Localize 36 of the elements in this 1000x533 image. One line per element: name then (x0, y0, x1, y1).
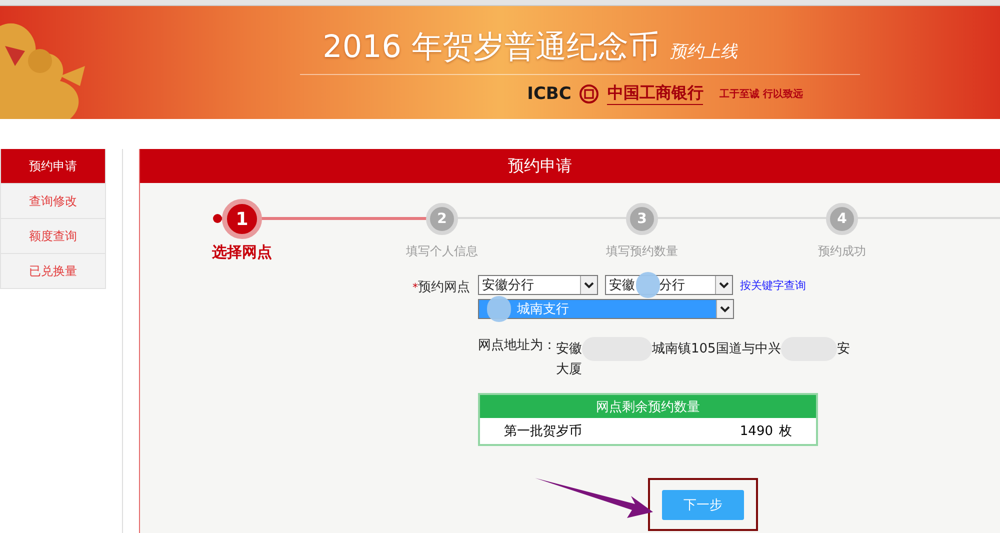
step-label: 预约成功 (818, 243, 866, 260)
dropdown-caret-icon (716, 300, 733, 318)
dropdown[interactable]: 城南支行 (478, 299, 734, 319)
table-cell-text: 第一批贺岁币 (504, 423, 583, 440)
panel-title: 预约申请 (140, 149, 1000, 183)
table-cell: 1490 (740, 424, 773, 438)
next-step-button[interactable]: 下一步 (662, 490, 744, 520)
sidebar-item[interactable]: 查询修改 (0, 184, 106, 219)
step-label: 选择网点 (212, 243, 272, 262)
keyword-search-link[interactable]: 按关键字查询 (740, 278, 806, 292)
bank-code: ICBC (527, 84, 572, 104)
step-circle: 1 (222, 199, 262, 239)
bank-logo-icon (579, 84, 600, 104)
sidebar-item[interactable]: 额度查询 (0, 219, 106, 254)
step-circle: 4 (826, 203, 858, 235)
table-header: 网点剩余预约数量 (480, 395, 816, 418)
step-circle: 3 (626, 203, 658, 235)
field-label: *预约网点 (412, 279, 470, 297)
dropdown-caret-icon (580, 276, 597, 294)
banner-subtitle: 预约上线 (669, 41, 738, 63)
step-label: 填写个人信息 (406, 243, 478, 260)
table-cell-text: 枚 (779, 423, 792, 440)
sidebar-item[interactable]: 预约申请 (0, 149, 106, 184)
blur-patch (636, 272, 660, 298)
address-text: 安徽 城南镇105国道与中兴 安大厦 (556, 337, 856, 379)
step-label: 填写预约数量 (606, 243, 678, 260)
address-label: 网点地址为： (478, 337, 556, 355)
blur-patch (487, 296, 511, 322)
bank-name: 中国工商银行 (607, 83, 704, 105)
dropdown-caret-icon (715, 276, 732, 294)
step-circle: 2 (426, 203, 458, 235)
banner-title: 2016 年贺岁普通纪念币 (322, 28, 660, 67)
sidebar-item[interactable]: 已兑换量 (0, 254, 106, 289)
dropdown[interactable]: 安徽 分行 (605, 275, 733, 295)
bank-slogan: 工于至诚 行以致远 (719, 88, 803, 101)
dropdown[interactable]: 安徽分行 (478, 275, 598, 295)
